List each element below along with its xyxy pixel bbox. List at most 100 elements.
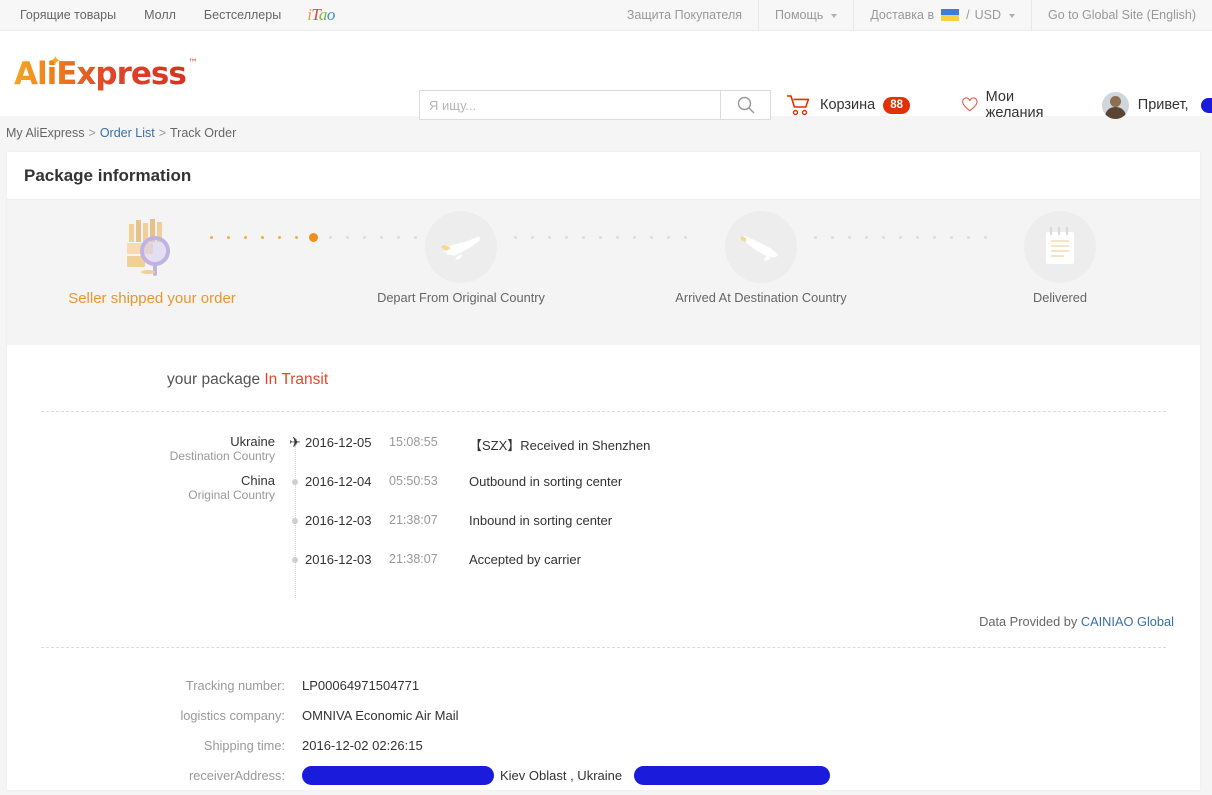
info-row-tracking-number: Tracking number: LP00064971504771: [7, 670, 1200, 700]
tracker-step-seller-shipped[interactable]: Seller shipped your order: [57, 200, 247, 307]
heart-icon: [962, 97, 978, 112]
step-icon-wrap: [666, 200, 856, 288]
receiver-address-label: receiverAddress:: [188, 767, 285, 783]
itao-letter-t: T: [311, 5, 319, 24]
logistics-company-value: OMNIVA Economic Air Mail: [302, 707, 459, 723]
timeline-country-name: Ukraine: [230, 434, 275, 449]
header-actions: Корзина 88 Мои желания Привет,: [786, 89, 1212, 121]
address-redaction-second: [634, 765, 831, 785]
timeline-marker: ✈: [285, 434, 305, 449]
package-information-panel: Package information Seller shipped your …: [7, 152, 1200, 790]
help-menu[interactable]: Помощь: [758, 0, 853, 31]
package-magnifier-icon: [127, 219, 170, 276]
timeline-marker: [285, 512, 305, 524]
tracker-step-arrived-destination[interactable]: Arrived At Destination Country: [666, 200, 856, 305]
topbar-link-hot-products[interactable]: Горящие товары: [6, 8, 130, 22]
logo-star-icon: ✦: [50, 53, 61, 69]
progress-dot: [346, 236, 349, 239]
itao-letter-o: o: [326, 5, 336, 24]
wishlist-label: Мои желания: [985, 89, 1044, 121]
avatar: [1101, 91, 1129, 119]
shopping-cart-icon: [787, 95, 810, 116]
airplane-depart-icon: [441, 235, 482, 260]
wishlist-button[interactable]: Мои желания: [962, 89, 1050, 121]
cart-label: Корзина: [820, 97, 876, 113]
airplane-marker-icon: ✈: [289, 434, 301, 450]
itao-letter-a: a: [318, 5, 328, 24]
breadcrumb-my-aliexpress[interactable]: My AliExpress: [6, 126, 85, 140]
account-menu[interactable]: Привет,: [1101, 91, 1212, 119]
package-status-line: your package In Transit: [7, 345, 1200, 411]
aliexpress-logo[interactable]: ✦ AliExpress ™: [14, 53, 198, 92]
shipment-info-fields: Tracking number: LP00064971504771 logist…: [7, 648, 1200, 790]
timeline-date: 2016-12-04: [305, 474, 372, 489]
step-icon-wrap: [965, 200, 1155, 288]
ship-to-label: Доставка в: [870, 8, 935, 22]
logistics-company-label: logistics company:: [180, 707, 285, 723]
tracker-step-depart-origin[interactable]: Depart From Original Country: [366, 200, 556, 305]
step-icon-wrap: [366, 200, 556, 288]
progress-dot: [950, 236, 953, 239]
tracker-step-delivered[interactable]: Delivered: [965, 200, 1155, 305]
timeline-row: 2016-12-03 21:38:07 Accepted by carrier: [7, 551, 1200, 590]
progress-dot: [295, 236, 298, 239]
progress-dot: [565, 236, 568, 239]
timeline-time: 15:08:55: [389, 435, 438, 449]
timeline-time: 05:50:53: [389, 474, 438, 488]
tracking-timeline: Ukraine Destination Country ✈ 2016-12-05…: [7, 412, 1200, 600]
breadcrumb-track-order: Track Order: [170, 126, 237, 140]
receiver-address-visible: Kiev Oblast , Ukraine: [500, 767, 623, 783]
cart-button[interactable]: Корзина 88: [786, 94, 911, 116]
tracker-step-label: Arrived At Destination Country: [675, 290, 847, 305]
timeline-description: Outbound in sorting center: [469, 474, 623, 489]
topbar-right-links: Защита Покупателя Помощь Доставка в / US…: [611, 0, 1212, 31]
data-provider-link[interactable]: CAINIAO Global: [1081, 614, 1174, 629]
info-row-receiver-address: receiverAddress: Kiev Oblast , Ukraine: [7, 760, 1200, 790]
package-status-value: In Transit: [264, 371, 329, 388]
greeting-label: Привет,: [1137, 97, 1189, 113]
progress-dot: [882, 236, 885, 239]
package-status-prefix: your package: [167, 371, 261, 388]
breadcrumb-separator: >: [88, 126, 96, 140]
currency-label: USD: [974, 8, 1001, 22]
timeline-row: China Original Country 2016-12-04 05:50:…: [7, 473, 1200, 512]
step-circle: [1024, 211, 1096, 283]
search-input[interactable]: [420, 91, 720, 119]
progress-dot: [633, 236, 636, 239]
global-site-label: Go to Global Site (English): [1048, 8, 1196, 22]
progress-dot: [261, 236, 264, 239]
topbar-left-links: Горящие товары Молл Бестселлеры iTao: [0, 5, 335, 25]
topbar-link-mall[interactable]: Молл: [130, 8, 190, 22]
shipment-progress-tracker: Seller shipped your order Depart From Or…: [7, 200, 1200, 345]
topbar-link-bestsellers[interactable]: Бестселлеры: [190, 8, 295, 22]
shipping-time-label: Shipping time:: [203, 737, 285, 753]
help-label: Помощь: [775, 8, 824, 22]
timeline-country-block: Ukraine Destination Country: [7, 434, 285, 464]
timeline-row: Ukraine Destination Country ✈ 2016-12-05…: [7, 434, 1200, 473]
search-bar: [419, 90, 771, 120]
timeline-time: 21:38:07: [389, 513, 438, 527]
progress-dot: [278, 236, 281, 239]
timeline-date: 2016-12-05: [305, 435, 372, 450]
itao-logo[interactable]: iTao: [307, 5, 335, 25]
buyer-protection-link[interactable]: Защита Покупателя: [611, 0, 758, 31]
breadcrumb-separator: >: [158, 126, 167, 140]
panel-header: Package information: [7, 152, 1200, 200]
breadcrumb-order-list[interactable]: Order List: [100, 126, 155, 140]
search-button[interactable]: [720, 91, 770, 119]
timeline-row: 2016-12-03 21:38:07 Inbound in sorting c…: [7, 512, 1200, 551]
timeline-description: Accepted by carrier: [469, 552, 581, 567]
ship-to-currency-menu[interactable]: Доставка в / USD: [853, 0, 1031, 31]
timeline-country-role: Original Country: [188, 488, 275, 502]
username-redaction: [1200, 97, 1212, 113]
progress-dot: [599, 236, 602, 239]
site-header: ✦AliExpress™ Корзина 88 Мои желания: [0, 31, 1212, 121]
timeline-date: 2016-12-03: [305, 513, 372, 528]
tracking-number-label: Tracking number:: [185, 677, 285, 693]
progress-dot: [865, 236, 868, 239]
tracker-step-label: Delivered: [1032, 290, 1088, 305]
global-site-link[interactable]: Go to Global Site (English): [1031, 0, 1212, 31]
timeline-time: 21:38:07: [389, 552, 438, 566]
shipping-time-value: 2016-12-02 02:26:15: [302, 737, 423, 753]
timeline-date: 2016-12-03: [305, 552, 372, 567]
